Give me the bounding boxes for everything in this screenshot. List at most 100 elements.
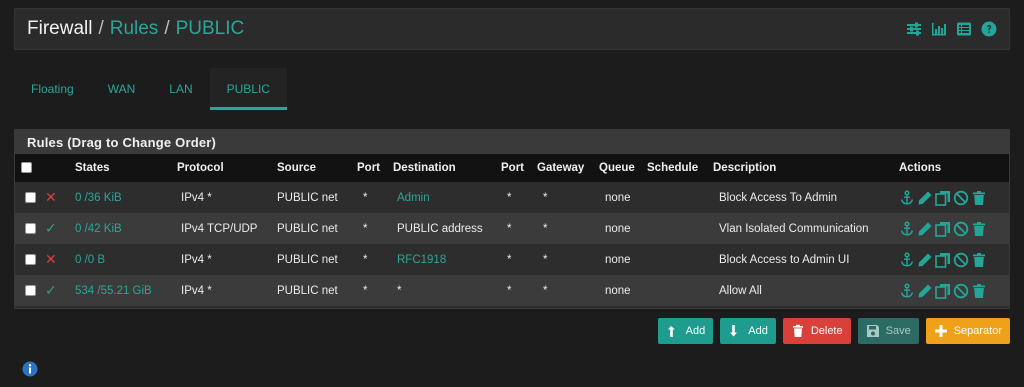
row-source: PUBLIC net [277,191,338,204]
row-schedule [647,182,713,213]
table-row[interactable]: ✕ 0 /36 KiB IPv4 * PUBLIC net * Admin * * none Bl… [15,182,1009,213]
edit-icon[interactable] [917,252,933,268]
breadcrumb: Firewall / Rules / PUBLIC [27,18,244,40]
delete-button[interactable]: Delete [782,318,851,344]
row-states[interactable]: 0 /42 KiB [75,213,177,244]
rules-body: ✕ 0 /36 KiB IPv4 * PUBLIC net * Admin * * none Bl… [15,182,1009,306]
check-icon[interactable]: ✓ [45,220,57,236]
row-source: PUBLIC net [277,253,338,266]
edit-icon[interactable] [917,283,933,299]
anchor-icon[interactable] [899,251,915,268]
row-actions-cell [899,275,1009,306]
sliders-icon[interactable] [906,21,922,37]
page-header: Firewall / Rules / PUBLIC [14,8,1010,50]
breadcrumb-rules[interactable]: Rules [110,18,159,40]
row-checkbox[interactable] [25,253,36,265]
header-destination: Destination [393,162,456,174]
row-port: * [363,253,368,266]
row-select-cell [15,244,45,275]
trash-icon[interactable] [971,221,987,237]
header-port: Port [357,162,380,174]
trash-icon[interactable] [971,283,987,299]
row-description: Allow All [719,284,762,297]
disable-icon[interactable] [953,221,969,237]
row-port: * [363,284,368,297]
bar-chart-icon[interactable] [931,21,947,37]
row-checkbox[interactable] [25,191,36,203]
row-checkbox[interactable] [25,284,36,296]
add-top-button[interactable]: Add [657,318,714,344]
row-source: PUBLIC net [277,284,338,297]
row-status-cell: ✕ [45,244,75,275]
disable-icon[interactable] [953,190,969,206]
row-select-cell [15,213,45,244]
row-destination: PUBLIC address [397,222,483,235]
row-dest-port: * [507,284,512,297]
row-description: Vlan Isolated Communication [719,222,869,235]
copy-icon[interactable] [935,252,951,268]
tab-lan[interactable]: LAN [152,68,209,110]
breadcrumb-separator: / [164,18,170,39]
row-actions-cell [899,213,1009,244]
row-states[interactable]: 0 /36 KiB [75,182,177,213]
header-dest-port: Port [501,162,524,174]
separator-button[interactable]: Separator [925,318,1010,344]
x-icon[interactable]: ✕ [45,189,57,205]
row-destination[interactable]: RFC1918 [393,244,501,275]
x-icon[interactable]: ✕ [45,251,57,267]
separator-label: Separator [953,325,1002,337]
trash-icon [792,324,803,337]
disable-icon[interactable] [953,252,969,268]
breadcrumb-public[interactable]: PUBLIC [176,18,245,40]
list-icon[interactable] [956,21,972,37]
check-icon[interactable]: ✓ [45,282,57,298]
save-button[interactable]: Save [857,318,919,344]
header-actions: Actions [899,162,942,174]
arrow-down-icon [730,325,738,337]
edit-icon[interactable] [917,221,933,237]
anchor-icon[interactable] [899,220,915,237]
rules-panel: Rules (Drag to Change Order) States Prot… [14,129,1010,309]
interface-tabs: Floating WAN LAN PUBLIC [14,68,287,110]
anchor-icon[interactable] [899,282,915,299]
info-icon[interactable] [22,361,38,377]
row-status-cell: ✓ [45,213,75,244]
header-schedule: Schedule [647,162,699,174]
tab-wan[interactable]: WAN [91,68,153,110]
page: Firewall / Rules / PUBLIC Floating WAN L… [0,0,1024,387]
header-status [45,154,75,182]
row-destination[interactable]: Admin [393,182,501,213]
anchor-icon[interactable] [899,189,915,206]
row-source: PUBLIC net [277,222,338,235]
tab-public[interactable]: PUBLIC [209,68,287,110]
disable-icon[interactable] [953,283,969,299]
help-icon[interactable] [981,21,997,37]
row-destination: * [397,284,402,297]
trash-icon[interactable] [971,252,987,268]
row-actions [899,189,1009,206]
header-states: States [75,162,110,174]
row-states[interactable]: 534 /55.21 GiB [75,275,177,306]
row-actions [899,220,1009,237]
copy-icon[interactable] [935,283,951,299]
table-row[interactable]: ✕ 0 /0 B IPv4 * PUBLIC net * RFC1918 * * none Blo… [15,244,1009,275]
row-states[interactable]: 0 /0 B [75,244,177,275]
edit-icon[interactable] [917,190,933,206]
trash-icon[interactable] [971,190,987,206]
add-bottom-label: Add [748,325,768,337]
table-header-row: States Protocol Source Port Destination … [15,154,1009,182]
plus-icon [934,325,947,337]
add-bottom-button[interactable]: Add [720,318,776,344]
tab-floating[interactable]: Floating [14,68,91,110]
row-actions-cell [899,182,1009,213]
row-dest-port: * [507,191,512,204]
row-checkbox[interactable] [25,222,36,234]
select-all-checkbox[interactable] [21,162,32,174]
table-row[interactable]: ✓ 534 /55.21 GiB IPv4 * PUBLIC net * * * * none A… [15,275,1009,306]
row-description: Block Access To Admin [719,191,838,204]
copy-icon[interactable] [935,190,951,206]
row-port: * [363,222,368,235]
table-row[interactable]: ✓ 0 /42 KiB IPv4 TCP/UDP PUBLIC net * PUBLIC … [15,213,1009,244]
row-port: * [363,191,368,204]
copy-icon[interactable] [935,221,951,237]
